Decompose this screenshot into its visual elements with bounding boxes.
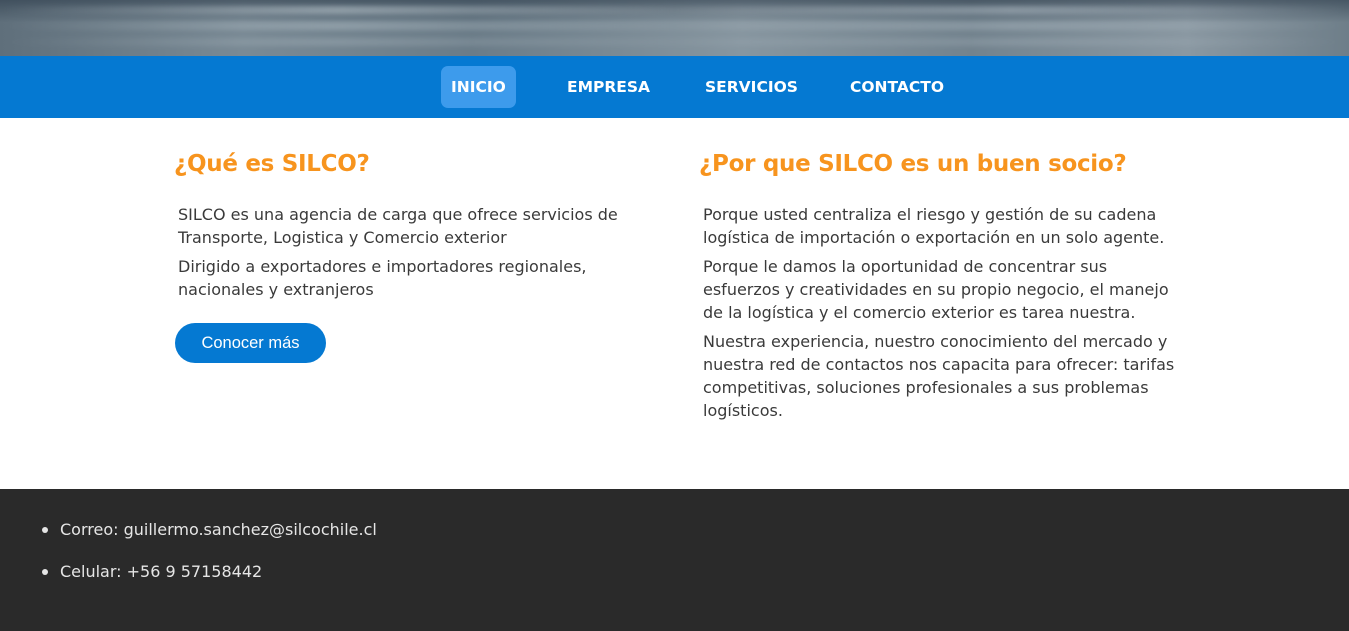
contact-phone-text: Celular: +56 9 57158442 bbox=[60, 562, 263, 581]
conocer-mas-button[interactable]: Conocer más bbox=[175, 323, 326, 363]
contact-email-item: Correo: guillermo.sanchez@silcochile.cl bbox=[42, 519, 377, 541]
partner-paragraph: Porque usted centraliza el riesgo y gest… bbox=[703, 205, 1165, 247]
hero-wave bbox=[0, 6, 1349, 14]
contact-phone-item: Celular: +56 9 57158442 bbox=[42, 561, 377, 583]
about-paragraph: Dirigido a exportadores e importadores r… bbox=[178, 257, 587, 299]
about-section: ¿Qué es SILCO? SILCO es una agencia de c… bbox=[174, 148, 644, 307]
nav-item-empresa[interactable]: EMPRESA bbox=[557, 66, 660, 108]
hero-wave bbox=[0, 22, 1349, 30]
contact-list: Correo: guillermo.sanchez@silcochile.cl … bbox=[42, 519, 377, 603]
nav-item-servicios[interactable]: SERVICIOS bbox=[695, 66, 808, 108]
about-paragraphs: SILCO es una agencia de carga que ofrece… bbox=[174, 203, 644, 301]
nav-item-contacto[interactable]: CONTACTO bbox=[840, 66, 954, 108]
hero-wave bbox=[0, 38, 1349, 46]
partner-paragraphs: Porque usted centraliza el riesgo y gest… bbox=[699, 203, 1179, 422]
about-title: ¿Qué es SILCO? bbox=[174, 151, 370, 177]
bullet-icon bbox=[42, 569, 48, 575]
partner-title: ¿Por que SILCO es un buen socio? bbox=[699, 151, 1127, 177]
main-navbar: INICIO EMPRESA SERVICIOS CONTACTO bbox=[0, 56, 1349, 118]
bullet-icon bbox=[42, 527, 48, 533]
partner-paragraph: Porque le damos la oportunidad de concen… bbox=[703, 257, 1169, 322]
contact-email-text: Correo: guillermo.sanchez@silcochile.cl bbox=[60, 520, 377, 539]
partner-paragraph: Nuestra experiencia, nuestro conocimient… bbox=[703, 332, 1175, 420]
nav-item-inicio[interactable]: INICIO bbox=[441, 66, 516, 108]
hero-banner-image bbox=[0, 0, 1349, 56]
about-paragraph: SILCO es una agencia de carga que ofrece… bbox=[178, 205, 618, 247]
footer: Correo: guillermo.sanchez@silcochile.cl … bbox=[0, 489, 1349, 631]
partner-section: ¿Por que SILCO es un buen socio? Porque … bbox=[699, 148, 1179, 428]
